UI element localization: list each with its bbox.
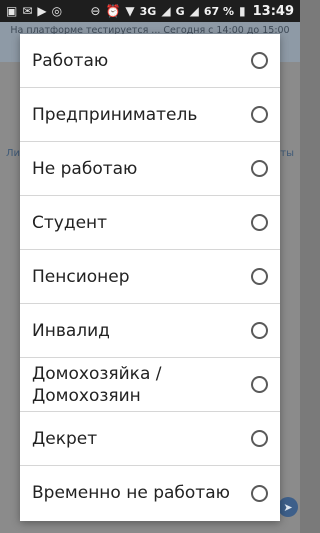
image-icon: ▣: [6, 4, 18, 18]
radio-button[interactable]: [251, 376, 268, 393]
mail-icon: ✉: [22, 4, 33, 18]
option-label: Домохозяйка / Домохозяин: [32, 363, 162, 406]
option-label: Пенсионер: [32, 266, 130, 287]
video-icon: ▶: [37, 4, 47, 18]
system-icons: ⊖ ⏰ ▼ 3G ◢ G ◢ 67 % ▮ 13:49: [90, 4, 294, 19]
signal-icon-2: ◢: [189, 4, 199, 18]
option-invalid[interactable]: Инвалид: [20, 304, 280, 358]
option-label: Работаю: [32, 50, 109, 71]
status-bar: ▣ ✉ ▶ ◎ ⊖ ⏰ ▼ 3G ◢ G ◢ 67 % ▮ 13:49: [0, 0, 300, 22]
radio-button[interactable]: [251, 160, 268, 177]
option-dekret[interactable]: Декрет: [20, 412, 280, 466]
option-domohozyaika[interactable]: Домохозяйка / Домохозяин: [20, 358, 280, 412]
alarm-icon: ⏰: [105, 4, 121, 18]
clock: 13:49: [252, 3, 294, 19]
employment-status-dialog: Работаю Предприниматель Не работаю Студе…: [20, 34, 280, 521]
option-predprinimatel[interactable]: Предприниматель: [20, 88, 280, 142]
instagram-icon: ◎: [51, 4, 63, 18]
radio-button[interactable]: [251, 268, 268, 285]
radio-button[interactable]: [251, 52, 268, 69]
network-type-2: G: [175, 4, 185, 18]
option-rabotayu[interactable]: Работаю: [20, 34, 280, 88]
option-pensioner[interactable]: Пенсионер: [20, 250, 280, 304]
option-label: Предприниматель: [32, 104, 198, 125]
option-ne-rabotayu[interactable]: Не работаю: [20, 142, 280, 196]
telegram-icon: ➤: [278, 497, 298, 517]
radio-button[interactable]: [251, 214, 268, 231]
option-vremenno-ne-rabotayu[interactable]: Временно не работаю: [20, 466, 280, 520]
radio-button[interactable]: [251, 106, 268, 123]
radio-button[interactable]: [251, 484, 268, 502]
battery-icon: ▮: [239, 4, 246, 18]
notification-icons: ▣ ✉ ▶ ◎: [6, 5, 62, 17]
option-label: Студент: [32, 212, 108, 233]
radio-button[interactable]: [251, 322, 268, 339]
option-label: Не работаю: [32, 158, 138, 179]
signal-icon: ◢: [161, 4, 171, 18]
radio-button[interactable]: [251, 430, 268, 447]
silent-icon: ⊖: [90, 4, 101, 18]
battery-level: 67 %: [203, 4, 234, 18]
network-type: 3G: [139, 4, 157, 18]
wifi-icon: ▼: [125, 4, 135, 18]
option-label: Временно не работаю: [32, 483, 230, 503]
option-student[interactable]: Студент: [20, 196, 280, 250]
option-label: Инвалид: [32, 320, 110, 341]
option-label: Декрет: [32, 428, 98, 449]
